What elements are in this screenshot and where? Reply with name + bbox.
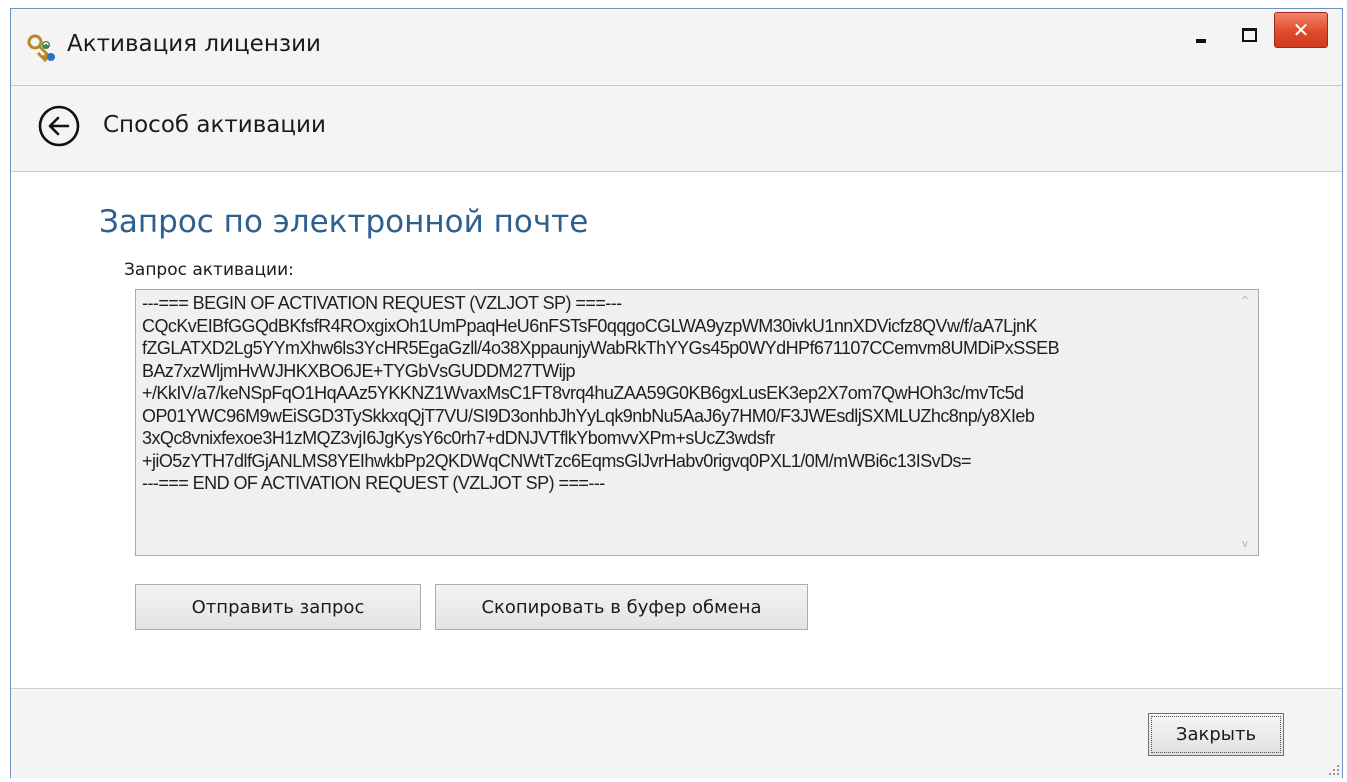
section-heading: Запрос по электронной почте bbox=[99, 204, 589, 240]
activation-request-textarea[interactable]: ---=== BEGIN OF ACTIVATION REQUEST (VZLJ… bbox=[135, 289, 1259, 556]
content-panel: Запрос по электронной почте Запрос актив… bbox=[11, 172, 1342, 688]
close-button[interactable]: Закрыть bbox=[1148, 713, 1284, 756]
window-title: Активация лицензии bbox=[67, 31, 321, 57]
scroll-up-icon[interactable]: ^ bbox=[1240, 295, 1250, 306]
back-arrow-circle-icon[interactable] bbox=[37, 104, 81, 148]
screen: Активация лицензии ✕ Способ активации За… bbox=[0, 0, 1347, 782]
minimize-button[interactable] bbox=[1177, 17, 1225, 53]
maximize-icon bbox=[1241, 28, 1257, 42]
page-title: Способ активации bbox=[103, 112, 326, 138]
nav-header: Способ активации bbox=[11, 86, 1342, 171]
minimize-icon bbox=[1196, 39, 1206, 43]
send-request-button[interactable]: Отправить запрос bbox=[135, 584, 421, 630]
activation-request-label: Запрос активации: bbox=[124, 260, 294, 280]
copy-to-clipboard-button[interactable]: Скопировать в буфер обмена bbox=[435, 584, 808, 630]
key-license-icon bbox=[27, 34, 55, 63]
activation-dialog: Активация лицензии ✕ Способ активации За… bbox=[10, 8, 1343, 778]
footer: Закрыть bbox=[11, 689, 1342, 778]
window-close-button[interactable]: ✕ bbox=[1274, 12, 1328, 48]
resize-grip-icon[interactable] bbox=[1326, 762, 1340, 776]
title-bar[interactable]: Активация лицензии ✕ bbox=[11, 9, 1342, 85]
activation-request-text[interactable]: ---=== BEGIN OF ACTIVATION REQUEST (VZLJ… bbox=[142, 292, 1232, 495]
background-strip bbox=[0, 0, 1347, 8]
close-icon: ✕ bbox=[1292, 18, 1310, 42]
maximize-button[interactable] bbox=[1225, 17, 1273, 53]
scroll-down-icon[interactable]: v bbox=[1240, 538, 1250, 549]
